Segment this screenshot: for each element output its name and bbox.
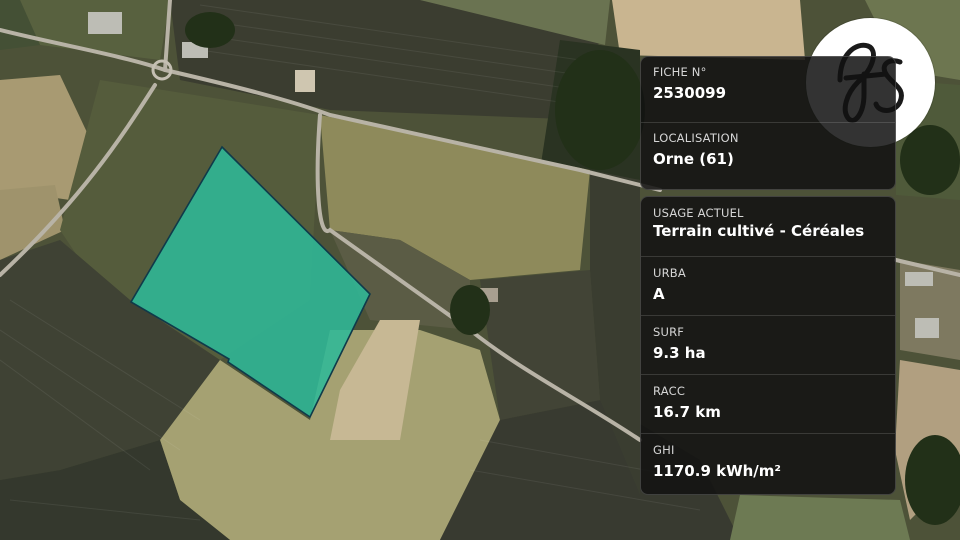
localisation-value: Orne (61): [653, 150, 734, 168]
urba-value: A: [653, 285, 665, 303]
fiche-label: FICHE N°: [653, 65, 707, 79]
field-patch: [730, 495, 910, 540]
usage-value: Terrain cultivé - Céréales: [653, 222, 865, 240]
racc-value: 16.7 km: [653, 403, 721, 421]
surf-value: 9.3 ha: [653, 344, 706, 362]
urba-field: URBA A: [641, 257, 895, 316]
info-card-identity: FICHE N° 2530099 LOCALISATION Orne (61): [640, 56, 896, 190]
ghi-value: 1170.9 kWh/m²: [653, 462, 781, 480]
field-patch: [612, 0, 805, 60]
ghi-label: GHI: [653, 443, 675, 457]
urba-label: URBA: [653, 266, 686, 280]
surf-field: SURF 9.3 ha: [641, 316, 895, 375]
fiche-field: FICHE N° 2530099: [641, 57, 895, 123]
usage-field: USAGE ACTUEL Terrain cultivé - Céréales: [641, 197, 895, 257]
ghi-field: GHI 1170.9 kWh/m²: [641, 434, 895, 493]
usage-label: USAGE ACTUEL: [653, 206, 744, 220]
fiche-value: 2530099: [653, 84, 727, 102]
surf-label: SURF: [653, 325, 685, 339]
localisation-field: LOCALISATION Orne (61): [641, 123, 895, 189]
racc-label: RACC: [653, 384, 686, 398]
info-card-details: USAGE ACTUEL Terrain cultivé - Céréales …: [640, 196, 896, 495]
localisation-label: LOCALISATION: [653, 131, 739, 145]
racc-field: RACC 16.7 km: [641, 375, 895, 434]
